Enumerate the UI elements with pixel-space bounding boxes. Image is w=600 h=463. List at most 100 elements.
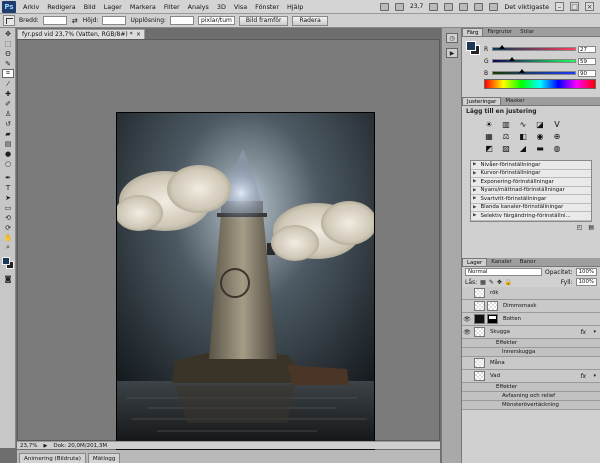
fill-input[interactable]: 100%: [575, 278, 597, 286]
preset-curves[interactable]: ▶ Kurvor-förinställningar: [471, 170, 591, 178]
lock-all-icon[interactable]: 🔒: [505, 279, 512, 286]
menu-bild[interactable]: Bild: [80, 3, 100, 11]
healing-brush-tool-icon[interactable]: ✚: [2, 89, 14, 98]
eraser-tool-icon[interactable]: ▰: [2, 129, 14, 138]
effect-inner-shadow[interactable]: Innerskugga: [462, 348, 600, 357]
document-canvas-area[interactable]: [17, 39, 440, 453]
shape-tool-icon[interactable]: ▭: [2, 203, 14, 212]
menu-redigera[interactable]: Redigera: [43, 3, 79, 11]
blur-tool-icon[interactable]: ●: [2, 149, 14, 158]
visibility-toggle[interactable]: 👁: [462, 329, 472, 336]
vibrance-icon[interactable]: V: [552, 120, 562, 129]
hand-tool-icon[interactable]: ✋: [2, 233, 14, 242]
tab-color[interactable]: Färg: [462, 28, 484, 36]
layer-row-vad[interactable]: Vad fx ▾: [462, 370, 600, 383]
tab-masks[interactable]: Masker: [501, 97, 528, 105]
red-slider-knob[interactable]: [499, 45, 506, 49]
expand-effects-icon[interactable]: ▾: [593, 373, 596, 379]
move-tool-icon[interactable]: ✥: [2, 29, 14, 38]
zoom-tool-icon[interactable]: ⌕: [2, 243, 14, 252]
photo-filter-icon[interactable]: ◉: [535, 132, 545, 141]
menu-analys[interactable]: Analys: [184, 3, 213, 11]
resolution-unit-select[interactable]: pixlar/tum: [198, 16, 235, 25]
tab-paths[interactable]: Banor: [516, 258, 540, 266]
effect-bevel-emboss[interactable]: Avfasning och relief: [462, 392, 600, 401]
color-spectrum-bar[interactable]: [484, 79, 596, 89]
3d-camera-tool-icon[interactable]: ⟳: [2, 223, 14, 232]
blue-value-input[interactable]: 90: [578, 69, 596, 77]
crop-tool-icon[interactable]: ⌗: [2, 69, 14, 78]
tab-swatches[interactable]: Färgrutor: [483, 28, 516, 36]
menu-filter[interactable]: Filter: [160, 3, 184, 11]
tab-measurement-log[interactable]: Mätlogg: [87, 453, 121, 463]
height-input[interactable]: [102, 16, 127, 25]
layer-effects-badge[interactable]: fx: [580, 329, 586, 336]
effects-group[interactable]: Effekter: [462, 339, 600, 348]
3d-rotate-tool-icon[interactable]: ⟲: [2, 213, 14, 222]
clear-button[interactable]: Radera: [292, 15, 328, 26]
layer-row-rok[interactable]: rök: [462, 287, 600, 300]
screen-mode-icon[interactable]: [489, 2, 499, 11]
layer-effects-badge[interactable]: fx: [580, 373, 586, 380]
expand-effects-icon[interactable]: ▾: [593, 329, 596, 335]
invert-icon[interactable]: ◩: [484, 144, 494, 153]
menu-fonster[interactable]: Fönster: [251, 3, 283, 11]
black-white-icon[interactable]: ◧: [518, 132, 528, 141]
type-tool-icon[interactable]: T: [2, 183, 14, 192]
layer-row-botten[interactable]: 👁 Botten: [462, 313, 600, 326]
lasso-tool-icon[interactable]: ʘ: [2, 49, 14, 58]
brush-tool-icon[interactable]: ✐: [2, 99, 14, 108]
blend-mode-select[interactable]: Normal: [465, 268, 542, 276]
threshold-icon[interactable]: ◢: [518, 144, 528, 153]
width-input[interactable]: [42, 16, 67, 25]
rotate-view-icon[interactable]: [459, 2, 469, 11]
image-canvas[interactable]: [116, 112, 375, 453]
document-tab[interactable]: fyr.psd vid 23,7% (Vatten, RGB/8#) * ×: [17, 29, 145, 39]
menu-arkiv[interactable]: Arkiv: [19, 3, 43, 11]
brightness-contrast-icon[interactable]: ☀: [484, 120, 494, 129]
adjustment-options-icon[interactable]: ▤: [588, 224, 594, 231]
color-swatches[interactable]: [1, 256, 15, 270]
hue-saturation-icon[interactable]: ▦: [484, 132, 494, 141]
tab-channels[interactable]: Kanaler: [487, 258, 516, 266]
channel-mixer-icon[interactable]: ⊕: [552, 132, 562, 141]
red-slider[interactable]: [492, 45, 576, 51]
foreground-color-swatch[interactable]: [2, 257, 10, 265]
resolution-input[interactable]: [170, 16, 195, 25]
effects-group[interactable]: Effekter: [462, 383, 600, 392]
hand-tool-icon[interactable]: [429, 2, 439, 11]
effect-pattern-overlay[interactable]: Mönsterövertäckning: [462, 401, 600, 410]
crop-tool-preset-icon[interactable]: [3, 15, 15, 26]
minimize-button[interactable]: –: [555, 2, 564, 11]
preset-selective-color[interactable]: ▶ Selektiv färgändring-förinställni...: [471, 212, 591, 221]
preset-hue-saturation[interactable]: ▶ Nyans/mättnad-förinställningar: [471, 187, 591, 195]
close-window-button[interactable]: ×: [585, 2, 594, 11]
clone-stamp-tool-icon[interactable]: ♙: [2, 109, 14, 118]
path-selection-tool-icon[interactable]: ➤: [2, 193, 14, 202]
preset-channel-mixer[interactable]: ▶ Blanda kanaler-förinställningar: [471, 204, 591, 212]
preset-levels[interactable]: ▶ Nivåer-förinställningar: [471, 161, 591, 170]
menu-visa[interactable]: Visa: [230, 3, 251, 11]
actions-panel-icon[interactable]: ▶: [446, 48, 458, 58]
dodge-tool-icon[interactable]: ○: [2, 159, 14, 168]
opacity-input[interactable]: 100%: [575, 268, 597, 276]
panel-foreground-swatch[interactable]: [466, 41, 476, 51]
marquee-tool-icon[interactable]: ⬚: [2, 39, 14, 48]
pen-tool-icon[interactable]: ✒: [2, 173, 14, 182]
swap-dimensions-icon[interactable]: ⇄: [71, 17, 79, 25]
lock-pixels-icon[interactable]: ✎: [489, 279, 494, 286]
exposure-icon[interactable]: ◪: [535, 120, 545, 129]
tab-animation[interactable]: Animering (Bildruta): [19, 453, 86, 463]
tab-styles[interactable]: Stilar: [516, 28, 538, 36]
arrange-documents-icon[interactable]: [474, 2, 484, 11]
bridge-icon[interactable]: [379, 2, 389, 11]
history-panel-icon[interactable]: ◷: [446, 33, 458, 43]
levels-icon[interactable]: ▥: [501, 120, 511, 129]
red-value-input[interactable]: 27: [578, 45, 596, 53]
curves-icon[interactable]: ∿: [518, 120, 528, 129]
menu-3d[interactable]: 3D: [213, 3, 230, 11]
blue-slider[interactable]: [492, 69, 576, 75]
front-image-button[interactable]: Bild framför: [238, 15, 289, 26]
visibility-toggle[interactable]: 👁: [462, 316, 472, 323]
layer-row-skugga[interactable]: 👁 Skugga fx ▾: [462, 326, 600, 339]
